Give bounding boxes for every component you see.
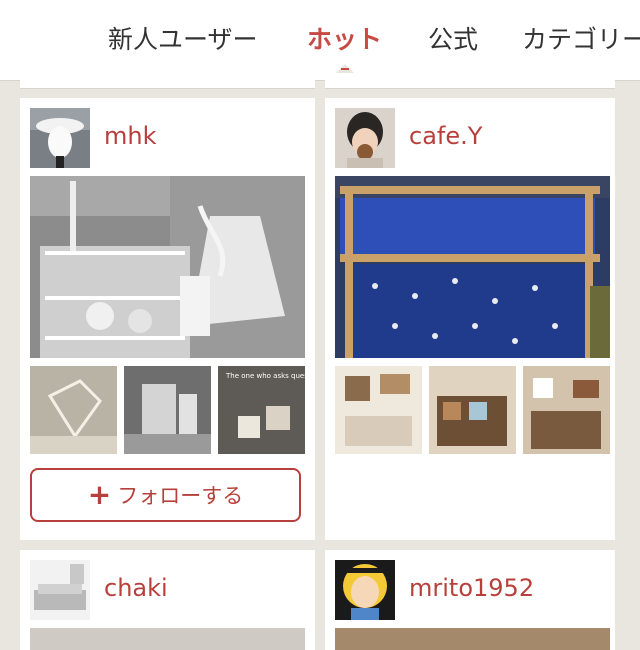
username[interactable]: mhk	[104, 122, 157, 150]
follow-button[interactable]: + フォローする	[30, 468, 301, 522]
user-card[interactable]: mrito1952	[325, 550, 615, 650]
user-card[interactable]: cafe.Y	[325, 98, 615, 540]
active-tab-indicator	[336, 64, 354, 73]
main-photo[interactable]	[30, 176, 305, 358]
avatar[interactable]	[335, 108, 395, 168]
tab-category[interactable]: カテゴリー	[522, 20, 640, 56]
thumbnail-row: The one who asks question	[30, 366, 305, 454]
user-card[interactable]: mhk The one who asks que + フォローする	[20, 98, 315, 540]
feed-divider	[325, 80, 615, 89]
plus-icon: +	[87, 478, 112, 511]
avatar[interactable]	[30, 108, 90, 168]
thumbnail[interactable]	[124, 366, 211, 454]
username[interactable]: mrito1952	[409, 574, 534, 602]
thumbnail[interactable]	[429, 366, 516, 454]
user-card[interactable]: chaki	[20, 550, 315, 650]
avatar[interactable]	[30, 560, 90, 620]
thumbnail[interactable]	[523, 366, 610, 454]
tab-bar: 新人ユーザー ホット 公式 カテゴリー	[0, 0, 640, 81]
feed-divider	[20, 80, 315, 89]
follow-button-label: フォローする	[117, 484, 244, 508]
tab-official[interactable]: 公式	[428, 20, 478, 56]
thumbnail[interactable]	[335, 366, 422, 454]
main-photo[interactable]	[30, 628, 305, 650]
username[interactable]: chaki	[104, 574, 168, 602]
thumbnail-caption: The one who asks question	[225, 372, 305, 380]
main-photo[interactable]	[335, 176, 610, 358]
thumbnail-row	[335, 366, 610, 454]
thumbnail[interactable]: The one who asks question	[218, 366, 305, 454]
avatar[interactable]	[335, 560, 395, 620]
tab-hot[interactable]: ホット	[307, 20, 382, 56]
tab-new-users[interactable]: 新人ユーザー	[108, 20, 258, 56]
main-photo[interactable]	[335, 628, 610, 650]
thumbnail[interactable]	[30, 366, 117, 454]
username[interactable]: cafe.Y	[409, 122, 482, 150]
